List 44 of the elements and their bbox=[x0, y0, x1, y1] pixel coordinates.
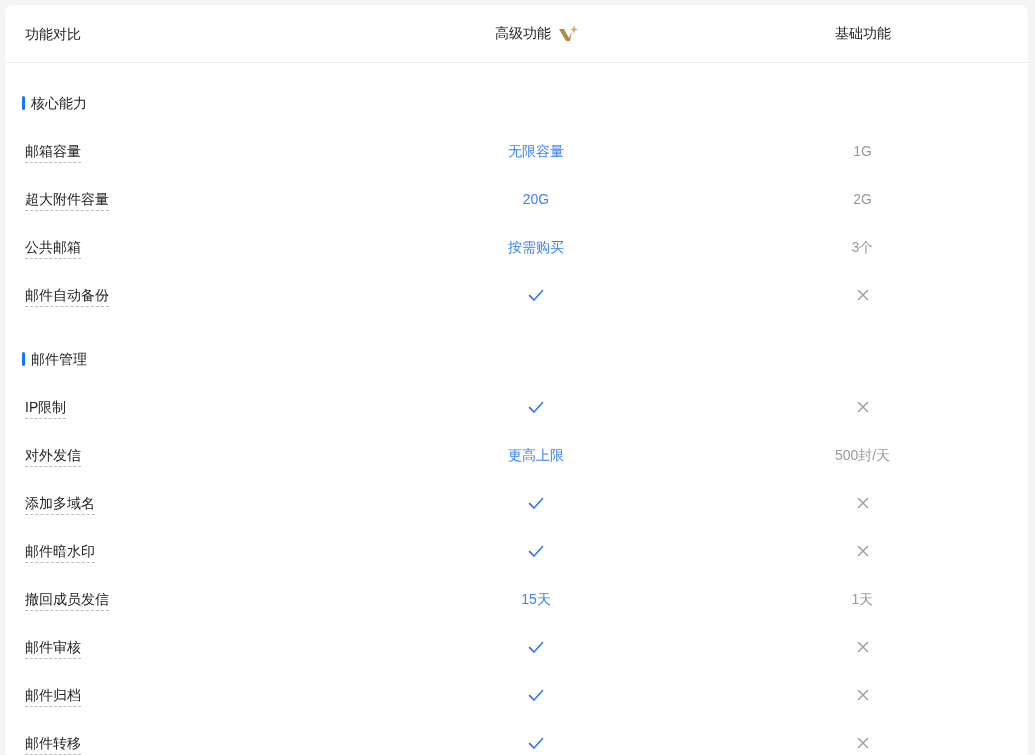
check-icon bbox=[528, 289, 544, 301]
check-icon bbox=[528, 737, 544, 749]
section-title: 邮件管理 bbox=[31, 349, 87, 369]
column-header: 基础功能 bbox=[834, 24, 891, 43]
feature-label: 对外发信 bbox=[25, 447, 81, 467]
cross-icon bbox=[856, 401, 869, 413]
cross-icon bbox=[856, 289, 869, 301]
table-cell-text: 2G bbox=[853, 189, 872, 209]
table-cell-text: 更高上限 bbox=[508, 445, 564, 465]
check-icon bbox=[528, 497, 544, 509]
table-cell-text: 20G bbox=[522, 189, 550, 209]
table-cell-text: 500封/天 bbox=[834, 445, 891, 465]
feature-label: 添加多域名 bbox=[25, 495, 95, 515]
sparkle-icon bbox=[558, 25, 578, 42]
check-icon bbox=[528, 641, 544, 653]
feature-label: 撤回成员发信 bbox=[25, 591, 109, 611]
section-title: 核心能力 bbox=[31, 93, 87, 113]
column-header: 高级功能 bbox=[494, 24, 551, 43]
table-cell-text: 按需购买 bbox=[508, 237, 564, 257]
feature-label: IP限制 bbox=[25, 399, 67, 419]
feature-label: 邮件归档 bbox=[25, 687, 81, 707]
feature-label: 邮件暗水印 bbox=[25, 543, 95, 563]
cross-icon bbox=[856, 737, 869, 749]
cross-icon bbox=[856, 545, 869, 557]
feature-label: 公共邮箱 bbox=[25, 239, 81, 259]
feature-label: 超大附件容量 bbox=[25, 191, 109, 211]
table-cell-text: 1天 bbox=[851, 589, 874, 609]
check-icon bbox=[528, 545, 544, 557]
section-marker bbox=[22, 352, 25, 366]
cross-icon bbox=[856, 689, 869, 701]
table-cell-text: 3个 bbox=[851, 237, 874, 257]
feature-label: 邮件审核 bbox=[25, 639, 81, 659]
feature-label: 邮件自动备份 bbox=[25, 287, 109, 307]
feature-label: 邮件转移 bbox=[25, 735, 81, 755]
cross-icon bbox=[856, 497, 869, 509]
cross-icon bbox=[856, 641, 869, 653]
feature-label: 邮箱容量 bbox=[25, 143, 81, 163]
table-cell-text: 无限容量 bbox=[508, 141, 564, 161]
check-icon bbox=[528, 689, 544, 701]
table-cell-text: 15天 bbox=[521, 589, 551, 609]
check-icon bbox=[528, 401, 544, 413]
column-header: 功能对比 bbox=[25, 25, 81, 42]
table-cell-text: 1G bbox=[853, 141, 872, 161]
section-marker bbox=[22, 96, 25, 110]
